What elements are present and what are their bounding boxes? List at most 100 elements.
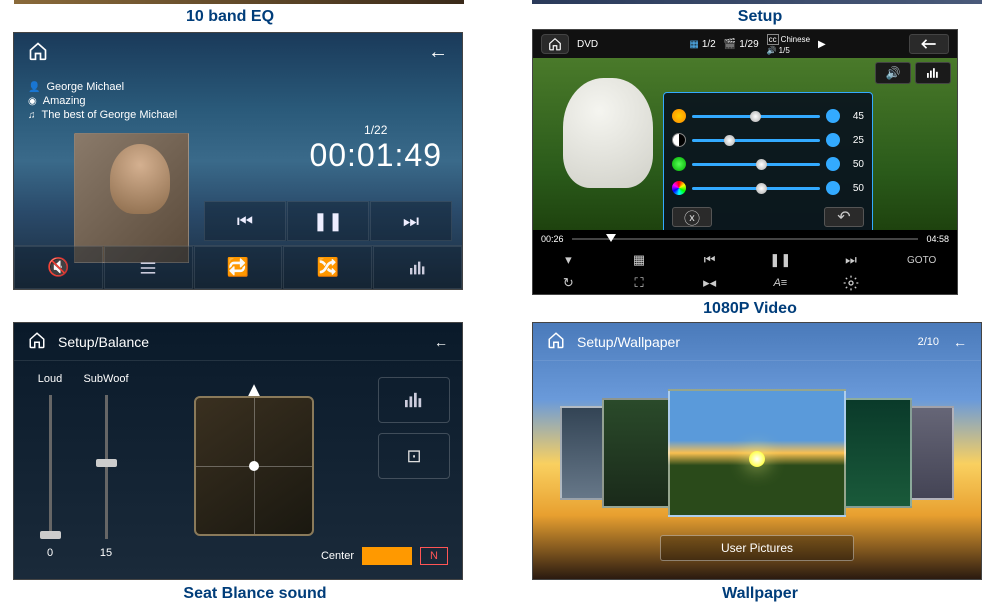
menu-button[interactable]: ▦: [604, 248, 675, 272]
artist-name: George Michael: [46, 81, 124, 93]
shuffle-button[interactable]: 🔀: [283, 246, 372, 289]
contrast-icon: [672, 133, 686, 147]
volume-button[interactable]: 🔊: [875, 62, 911, 84]
pause-button[interactable]: ❚❚: [287, 201, 369, 241]
tint-value: 50: [846, 183, 864, 194]
mute-button[interactable]: 🔇: [14, 246, 103, 289]
loud-value: 0: [47, 547, 53, 559]
tint-icon: [672, 181, 686, 195]
playback-position: 00:26: [541, 234, 564, 244]
slider-end-icon: [826, 181, 840, 195]
color-icon: [672, 157, 686, 171]
chapter-indicator: ▦1/2: [689, 39, 715, 50]
settings-button[interactable]: [816, 272, 887, 294]
source-label: DVD: [577, 39, 598, 50]
decorative-strip: [14, 0, 464, 4]
subwoof-slider[interactable]: [105, 395, 108, 539]
caption-wallpaper: Wallpaper: [660, 585, 860, 603]
audio-track-indicator: 🔊1/5: [767, 46, 810, 55]
slider-end-icon: [826, 109, 840, 123]
wallpaper-thumb[interactable]: [602, 398, 672, 508]
list-button[interactable]: [104, 246, 193, 289]
center-indicator: N: [420, 547, 448, 565]
back-button[interactable]: [909, 34, 949, 54]
track-number: 1/22: [309, 123, 442, 137]
slider-end-icon: [826, 133, 840, 147]
time-display: 00:01:49: [309, 137, 442, 174]
user-pictures-button[interactable]: User Pictures: [660, 535, 854, 561]
wallpaper-thumb[interactable]: [842, 398, 912, 508]
wallpaper-carousel[interactable]: [533, 383, 981, 523]
brightness-icon: [672, 109, 686, 123]
page-title: Setup/Wallpaper: [577, 334, 680, 350]
back-icon[interactable]: ←: [428, 41, 448, 67]
subwoof-value: 15: [100, 547, 112, 559]
play-indicator-icon: ▶: [818, 39, 826, 50]
contrast-slider[interactable]: [692, 139, 820, 142]
brightness-slider[interactable]: [692, 115, 820, 118]
prev-button[interactable]: ⏮: [674, 248, 745, 272]
close-adjust-button[interactable]: ⓧ: [672, 207, 712, 227]
wallpaper-thumb[interactable]: [908, 406, 954, 500]
caption-setup: Setup: [660, 8, 860, 26]
spacer: [886, 272, 957, 294]
seat-balance-panel: Setup/Balance ← Loud 0 SubWoof 15 ▲ ▼ ◀ …: [13, 322, 463, 580]
caption-eq: 10 band EQ: [130, 8, 330, 26]
playlist-icon: ♫: [28, 110, 36, 121]
aspect-button[interactable]: ▸◂: [674, 272, 745, 294]
prev-button[interactable]: ⏮: [204, 201, 286, 241]
wallpaper-count: 2/10: [918, 336, 939, 348]
back-icon[interactable]: ←: [434, 334, 448, 350]
seat-diagram[interactable]: [194, 396, 314, 536]
contrast-value: 25: [846, 135, 864, 146]
title-indicator: 🎬1/29: [724, 39, 759, 50]
focus-button[interactable]: ⊡: [378, 433, 450, 479]
decorative-strip: [532, 0, 982, 4]
caption-seat: Seat Blance sound: [130, 585, 380, 603]
pause-button[interactable]: ❚❚: [745, 248, 816, 272]
seek-bar[interactable]: [572, 238, 919, 240]
back-icon[interactable]: ←: [953, 334, 967, 350]
music-player-panel: ← 👤 George Michael ◉ Amazing ♫ The best of …: [13, 32, 463, 290]
playback-duration: 04:58: [926, 234, 949, 244]
wallpaper-panel: Setup/Wallpaper 2/10 ← User Pictures: [532, 322, 982, 580]
home-icon[interactable]: [28, 41, 48, 67]
tint-slider[interactable]: [692, 187, 820, 190]
loud-slider[interactable]: [49, 395, 52, 539]
repeat-button[interactable]: 🔁: [194, 246, 283, 289]
loud-label: Loud: [38, 373, 62, 385]
home-icon[interactable]: [547, 331, 565, 352]
music-info: 👤 George Michael ◉ Amazing ♫ The best of Ge…: [14, 75, 462, 127]
subtitle-indicator: ccChinese: [767, 34, 810, 45]
repeat-button[interactable]: ↻: [533, 272, 604, 294]
wallpaper-thumb-selected[interactable]: [668, 389, 846, 517]
caption-video: 1080P Video: [640, 300, 860, 318]
fullscreen-button[interactable]: ⛶: [604, 272, 675, 294]
audio-lang-button[interactable]: A≡: [745, 272, 816, 294]
slider-end-icon: [826, 157, 840, 171]
home-icon[interactable]: [28, 331, 46, 352]
color-slider[interactable]: [692, 163, 820, 166]
video-player-panel: DVD ▦1/2 🎬1/29 ccChinese 🔊1/5 ▶ 🔊 45: [532, 29, 958, 295]
adjustment-panel: 45 25 50 50 ⓧ ↶: [663, 92, 873, 247]
album-icon: ◉: [28, 96, 37, 107]
album-name: Amazing: [43, 95, 86, 107]
next-button[interactable]: ⏭: [816, 248, 887, 272]
center-bar: [362, 547, 412, 565]
album-art: [74, 133, 189, 263]
goto-button[interactable]: GOTO: [886, 248, 957, 272]
eq-button[interactable]: [373, 246, 462, 289]
home-button[interactable]: [541, 34, 569, 54]
color-value: 50: [846, 159, 864, 170]
artist-icon: 👤: [28, 82, 40, 93]
levels-button[interactable]: [915, 62, 951, 84]
reset-adjust-button[interactable]: ↶: [824, 207, 864, 227]
eq-preset-button[interactable]: [378, 377, 450, 423]
next-button[interactable]: ⏭: [370, 201, 452, 241]
page-title: Setup/Balance: [58, 334, 149, 350]
subwoof-label: SubWoof: [83, 373, 128, 385]
wallpaper-thumb[interactable]: [560, 406, 606, 500]
playlist-name: The best of George Michael: [42, 109, 178, 121]
center-label: Center: [321, 550, 354, 562]
collapse-button[interactable]: ▾: [533, 248, 604, 272]
